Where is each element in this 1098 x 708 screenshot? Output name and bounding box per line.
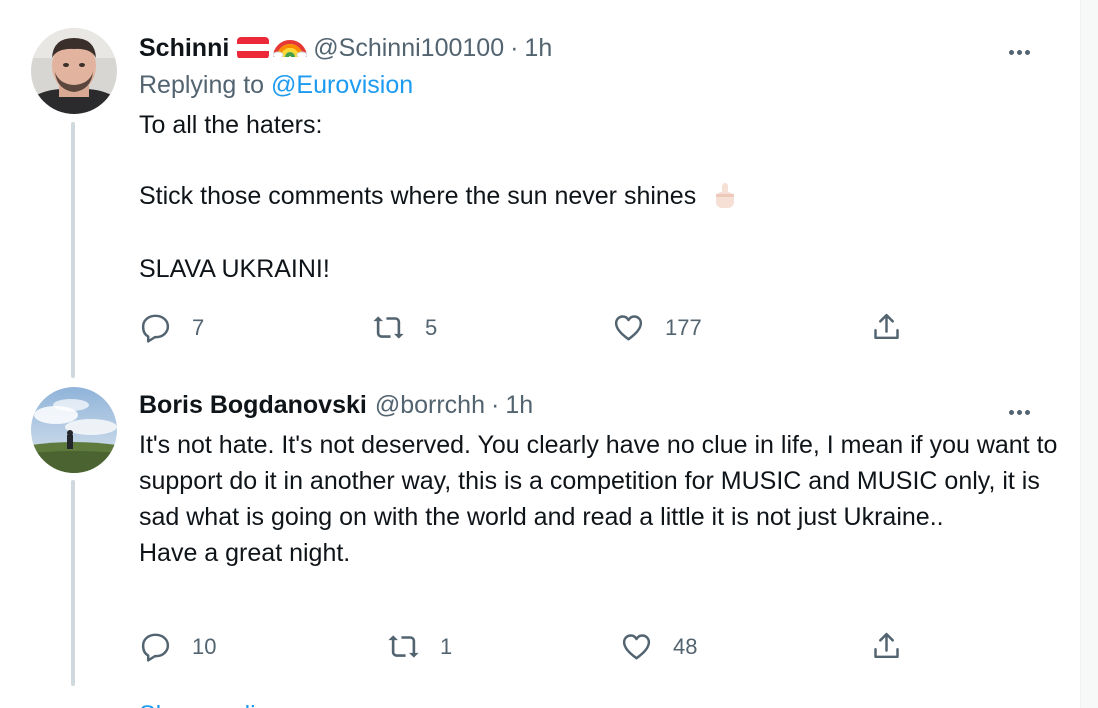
retweet-icon bbox=[373, 316, 404, 339]
tweet-header: Schinni @Schinni100100 · 1h bbox=[139, 31, 552, 64]
thread-line bbox=[71, 480, 75, 686]
separator-dot: · bbox=[490, 391, 500, 419]
reply-count: 10 bbox=[192, 633, 217, 659]
tweet-header: Boris Bogdanovski @borrchh · 1h bbox=[139, 390, 533, 420]
heart-icon bbox=[622, 634, 651, 660]
share-icon bbox=[874, 632, 899, 659]
share-action[interactable] bbox=[870, 311, 903, 344]
retweet-action[interactable]: 1 bbox=[387, 630, 452, 663]
handle[interactable]: @borrchh bbox=[375, 390, 485, 420]
tweet-text-line: To all the haters: bbox=[139, 111, 323, 139]
tweet-text-paragraph: It's not hate. It's not deserved. You cl… bbox=[139, 431, 1058, 531]
heart-icon bbox=[614, 315, 643, 341]
tweet-text-line: SLAVA UKRAINI! bbox=[139, 255, 330, 283]
retweet-icon bbox=[388, 635, 419, 658]
reply-icon bbox=[141, 314, 170, 343]
thread-line bbox=[71, 122, 75, 378]
mention-link[interactable]: @Eurovision bbox=[271, 71, 413, 99]
avatar-schinni[interactable] bbox=[31, 28, 117, 114]
share-action[interactable] bbox=[870, 630, 903, 663]
separator-dot: · bbox=[510, 33, 519, 62]
tweet-text-line-wrap: Stick those comments where the sun never… bbox=[139, 181, 737, 212]
display-name[interactable]: Schinni bbox=[139, 33, 229, 63]
tweet-text-line: Stick those comments where the sun never… bbox=[139, 182, 697, 210]
middle-finger-icon bbox=[716, 183, 735, 209]
handle[interactable]: @Schinni100100 bbox=[313, 33, 504, 63]
timestamp[interactable]: 1h bbox=[524, 33, 552, 63]
retweet-action[interactable]: 5 bbox=[372, 311, 437, 344]
show-replies-link[interactable]: Show replies bbox=[139, 700, 282, 708]
replying-to: Replying to @Eurovision bbox=[139, 70, 413, 100]
tweet-text: It's not hate. It's not deserved. You cl… bbox=[139, 427, 1059, 571]
reply-icon bbox=[141, 633, 170, 662]
like-action[interactable]: 177 bbox=[612, 311, 702, 344]
timestamp[interactable]: 1h bbox=[505, 390, 533, 420]
tweet-text-paragraph: Have a great night. bbox=[139, 539, 351, 567]
conversation-panel: Schinni @Schinni100100 · 1h Replying to … bbox=[0, 0, 1081, 708]
replying-prefix: Replying to bbox=[139, 71, 265, 99]
display-name[interactable]: Boris Bogdanovski bbox=[139, 390, 367, 420]
retweet-count: 1 bbox=[440, 633, 453, 659]
rainbow-icon bbox=[272, 31, 308, 64]
retweet-count: 5 bbox=[425, 314, 438, 340]
like-count: 177 bbox=[665, 314, 702, 340]
avatar-boris[interactable] bbox=[31, 387, 117, 473]
share-icon bbox=[874, 313, 899, 340]
reply-action[interactable]: 10 bbox=[139, 630, 216, 663]
more-options-icon[interactable] bbox=[1006, 402, 1030, 420]
more-options-icon[interactable] bbox=[1006, 42, 1030, 60]
reply-count: 7 bbox=[192, 314, 205, 340]
reply-action[interactable]: 7 bbox=[139, 311, 204, 344]
austria-flag-icon bbox=[237, 36, 270, 59]
like-count: 48 bbox=[673, 633, 698, 659]
like-action[interactable]: 48 bbox=[620, 630, 697, 663]
